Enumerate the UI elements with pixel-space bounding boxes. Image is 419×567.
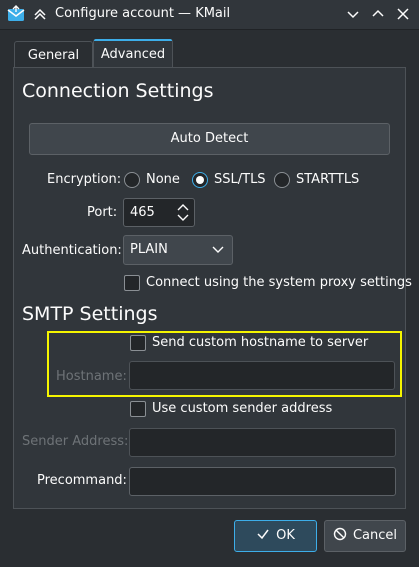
cancel-button[interactable]: Cancel bbox=[324, 520, 406, 552]
window-title: Configure account — KMail bbox=[55, 6, 231, 21]
port-spinbox[interactable]: 465 bbox=[123, 198, 195, 227]
smtp-settings-heading: SMTP Settings bbox=[22, 303, 158, 325]
close-icon[interactable] bbox=[396, 7, 410, 21]
tab-general[interactable]: General bbox=[14, 41, 93, 68]
system-proxy-label[interactable]: Connect using the system proxy settings bbox=[146, 275, 412, 290]
encryption-none-label[interactable]: None bbox=[146, 172, 180, 187]
ok-label: OK bbox=[276, 528, 295, 543]
minimize-icon[interactable] bbox=[346, 7, 360, 21]
port-value: 465 bbox=[130, 205, 155, 220]
encryption-ssl-tls-label[interactable]: SSL/TLS bbox=[214, 172, 266, 187]
keep-above-icon[interactable] bbox=[33, 7, 47, 21]
hostname-label: Hostname: bbox=[56, 369, 127, 384]
encryption-label: Encryption: bbox=[47, 172, 122, 187]
precommand-label: Precommand: bbox=[37, 473, 127, 488]
system-proxy-checkbox[interactable] bbox=[124, 275, 140, 291]
sender-address-label: Sender Address: bbox=[22, 434, 129, 449]
encryption-ssl-tls-radio[interactable] bbox=[192, 172, 208, 188]
spin-up-icon[interactable] bbox=[177, 203, 189, 211]
sender-address-field[interactable] bbox=[129, 428, 396, 457]
chevron-down-icon bbox=[212, 246, 224, 253]
authentication-value: PLAIN bbox=[130, 242, 168, 257]
title-bar[interactable]: Configure account — KMail bbox=[0, 0, 419, 30]
custom-hostname-label[interactable]: Send custom hostname to server bbox=[152, 335, 368, 350]
precommand-field[interactable] bbox=[129, 467, 396, 496]
maximize-icon[interactable] bbox=[371, 7, 385, 21]
encryption-starttls-label[interactable]: STARTTLS bbox=[296, 172, 359, 187]
authentication-combobox[interactable]: PLAIN bbox=[123, 235, 233, 265]
tab-advanced[interactable]: Advanced bbox=[93, 39, 173, 68]
port-label: Port: bbox=[87, 205, 118, 220]
auto-detect-button[interactable]: Auto Detect bbox=[29, 123, 390, 155]
custom-hostname-checkbox[interactable] bbox=[130, 335, 146, 351]
hostname-field[interactable] bbox=[129, 361, 395, 390]
ok-button[interactable]: OK bbox=[234, 520, 317, 552]
custom-sender-label[interactable]: Use custom sender address bbox=[152, 401, 332, 416]
encryption-starttls-radio[interactable] bbox=[274, 172, 290, 188]
authentication-label: Authentication: bbox=[22, 243, 122, 258]
cancel-icon bbox=[333, 527, 347, 541]
connection-settings-heading: Connection Settings bbox=[22, 80, 214, 102]
configure-account-dialog: Configure account — KMail General Advanc… bbox=[0, 0, 419, 567]
spin-down-icon[interactable] bbox=[177, 214, 189, 222]
cancel-label: Cancel bbox=[352, 528, 398, 543]
kmail-icon bbox=[7, 5, 25, 21]
checkmark-icon bbox=[257, 529, 269, 540]
encryption-none-radio[interactable] bbox=[124, 172, 140, 188]
custom-sender-checkbox[interactable] bbox=[130, 401, 146, 417]
